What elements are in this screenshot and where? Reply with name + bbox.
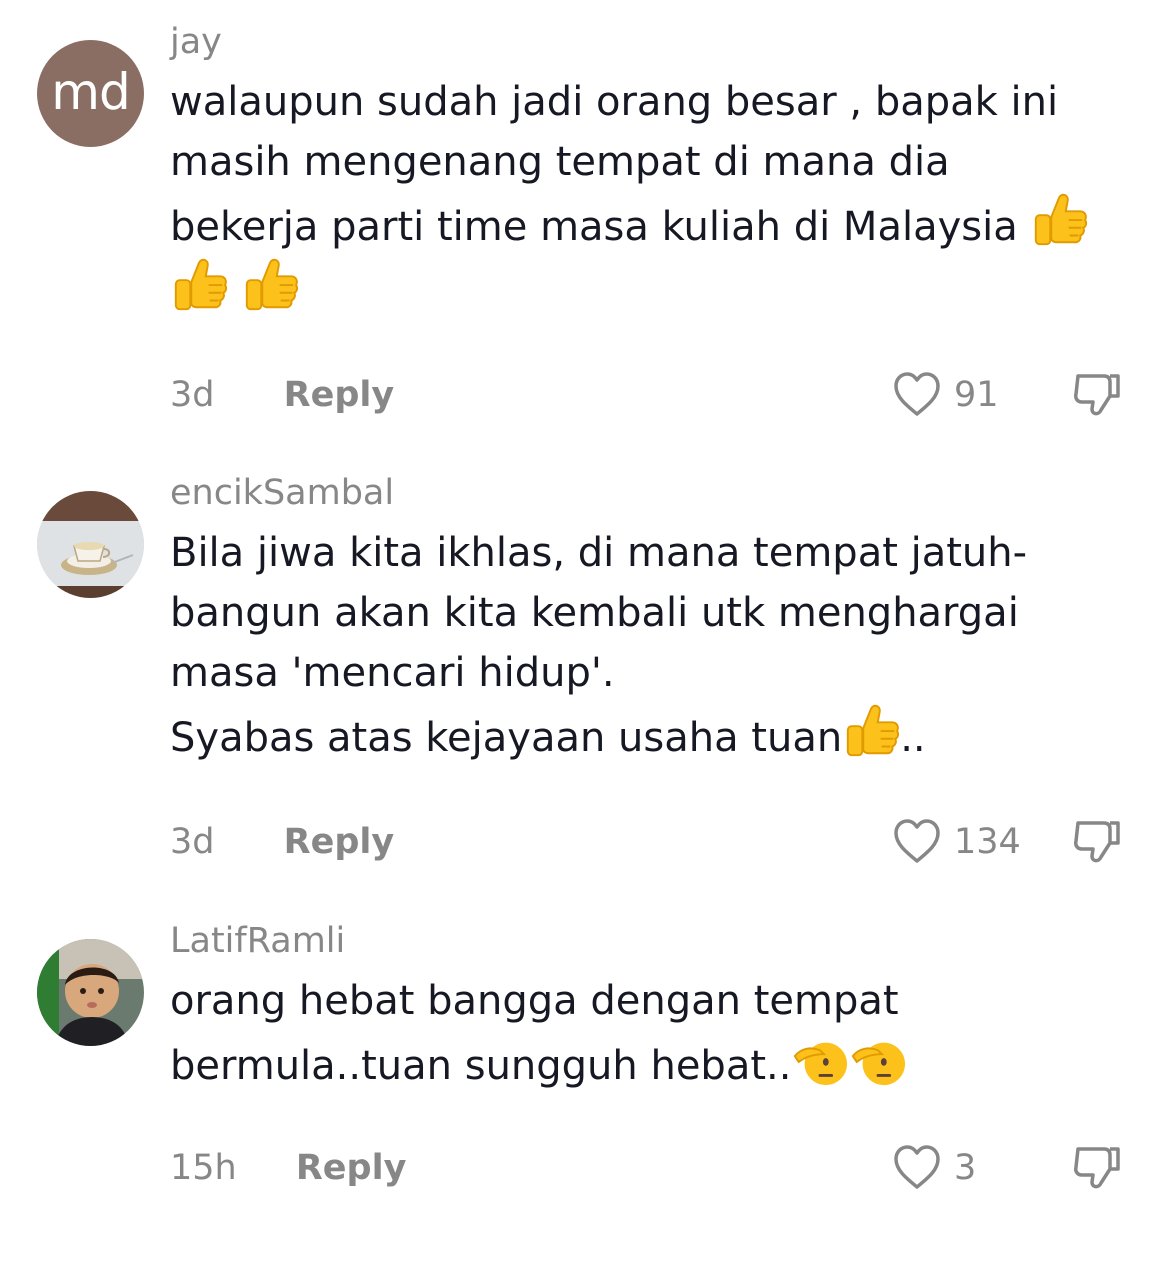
thumbs-up-icon xyxy=(170,257,228,315)
comment-line-text: bermula..tuan sungguh hebat.. xyxy=(170,1043,792,1089)
timestamp: 15h xyxy=(170,1148,237,1188)
comment-line: Bila jiwa kita ikhlas, di mana tempat ja… xyxy=(170,530,1028,576)
like-count: 3 xyxy=(954,1148,977,1188)
like-button[interactable]: 3 xyxy=(892,1143,976,1193)
avatar[interactable] xyxy=(37,491,144,598)
like-button[interactable]: 134 xyxy=(892,817,1021,867)
dislike-icon[interactable] xyxy=(1070,370,1124,420)
comment-text: walaupun sudah jadi orang besar , bapak … xyxy=(170,72,1130,322)
username[interactable]: LatifRamli xyxy=(170,915,345,967)
comment-line xyxy=(170,257,1130,322)
comment-meta: 15h Reply xyxy=(170,1143,406,1193)
timestamp: 3d xyxy=(170,822,215,862)
comment-line: bekerja parti time masa kuliah di Malays… xyxy=(170,192,1130,257)
comment-line: Syabas atas kejayaan usaha tuan.. xyxy=(170,703,1130,768)
comment-line: orang hebat bangga dengan tempat xyxy=(170,978,899,1024)
comment-line-text: bekerja parti time masa kuliah di Malays… xyxy=(170,204,1018,250)
heart-icon xyxy=(892,817,942,867)
dislike-icon[interactable] xyxy=(1070,1143,1124,1193)
avatar[interactable]: md xyxy=(37,40,144,147)
reply-button[interactable]: Reply xyxy=(284,817,395,867)
reply-button[interactable]: Reply xyxy=(284,370,395,420)
child-photo xyxy=(37,939,144,1046)
saluting-face-icon xyxy=(791,1031,849,1089)
heart-icon xyxy=(892,1143,942,1193)
avatar[interactable] xyxy=(37,939,144,1046)
comment-line: masih mengenang tempat di mana dia xyxy=(170,139,950,185)
comment-line-tail: .. xyxy=(900,715,926,761)
thumbs-up-icon xyxy=(842,703,900,761)
thumbs-up-icon xyxy=(1030,192,1088,250)
like-count: 134 xyxy=(954,822,1021,862)
comment-text: orang hebat bangga dengan tempat bermula… xyxy=(170,971,1130,1096)
comment-meta: 3d Reply xyxy=(170,817,394,867)
reply-button[interactable]: Reply xyxy=(296,1143,407,1193)
like-button[interactable]: 91 xyxy=(892,370,999,420)
like-count: 91 xyxy=(954,375,999,415)
username[interactable]: encikSambal xyxy=(170,467,394,519)
username[interactable]: jay xyxy=(170,16,222,68)
comment-meta: 3d Reply xyxy=(170,370,394,420)
comment-line: bermula..tuan sungguh hebat.. xyxy=(170,1031,1130,1096)
timestamp: 3d xyxy=(170,375,215,415)
comment-line-text: Syabas atas kejayaan usaha tuan xyxy=(170,715,843,761)
comment-text: Bila jiwa kita ikhlas, di mana tempat ja… xyxy=(170,523,1130,768)
saluting-face-icon xyxy=(849,1031,907,1089)
comment-line: bangun akan kita kembali utk menghargai xyxy=(170,590,1019,636)
coffee-cup-photo xyxy=(37,491,144,598)
comment-line: masa 'mencari hidup'. xyxy=(170,650,615,696)
comment-line: walaupun sudah jadi orang besar , bapak … xyxy=(170,79,1059,125)
dislike-icon[interactable] xyxy=(1070,817,1124,867)
heart-icon xyxy=(892,370,942,420)
thumbs-up-icon xyxy=(241,257,299,315)
